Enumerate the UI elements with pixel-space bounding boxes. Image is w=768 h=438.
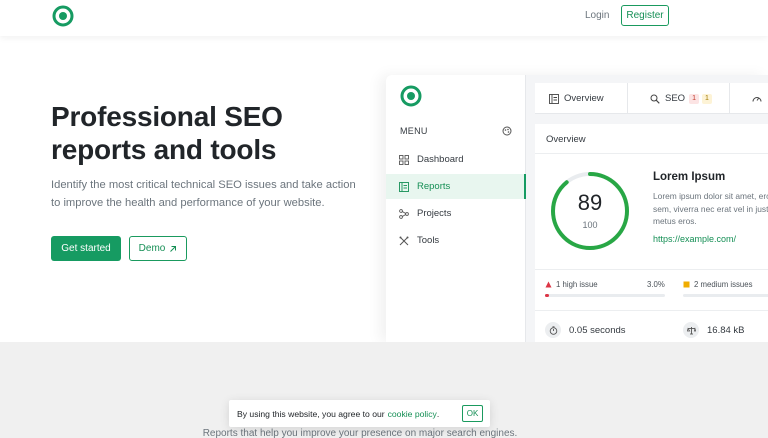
- page-size-metric: 16.84 kB: [683, 322, 745, 338]
- high-issue-percent: 3.0%: [647, 280, 665, 289]
- load-time-metric: 0.05 seconds: [545, 322, 626, 338]
- tools-icon: [399, 236, 409, 245]
- logo-icon[interactable]: [52, 5, 74, 27]
- tab-overview[interactable]: Overview: [535, 83, 628, 114]
- site-description: Lorem ipsum dolor sit amet, eros sem, vi…: [653, 191, 768, 226]
- score-value: 89: [577, 190, 603, 215]
- overview-icon: [549, 93, 559, 104]
- demo-button[interactable]: Demo: [129, 236, 187, 261]
- palette-icon[interactable]: [502, 126, 512, 136]
- medium-square-icon: [683, 281, 690, 288]
- medium-issue-bar: [683, 294, 768, 297]
- tab-seo[interactable]: SEO 1 1: [628, 83, 730, 114]
- logo-icon: [400, 85, 422, 107]
- medium-issue-item: 2 medium issues: [683, 280, 753, 289]
- divider: [535, 153, 768, 154]
- cookie-policy-link[interactable]: cookie policy: [388, 409, 437, 419]
- app-preview: MENU Dashboard Reports Projects Tools Ov…: [386, 75, 768, 342]
- login-link[interactable]: Login: [585, 10, 609, 21]
- register-button[interactable]: Register: [621, 5, 669, 26]
- hero-title: Professional SEO reports and tools: [51, 100, 381, 166]
- preview-sidebar: MENU Dashboard Reports Projects Tools: [386, 75, 526, 342]
- tab-speed[interactable]: [730, 83, 768, 114]
- sidebar-item-label: Tools: [417, 235, 440, 246]
- preview-tabs: Overview SEO 1 1: [535, 83, 768, 114]
- site-url-link[interactable]: https://example.com/: [653, 234, 736, 244]
- tab-label: SEO: [665, 93, 686, 104]
- hero-subtitle: Identify the most critical technical SEO…: [51, 179, 356, 209]
- high-issue-bar-fill: [545, 294, 549, 297]
- warning-triangle-icon: [545, 281, 552, 288]
- page-size-value: 16.84 kB: [707, 324, 745, 336]
- sidebar-item-label: Reports: [417, 181, 451, 192]
- sidebar-item-tools[interactable]: Tools: [386, 228, 526, 253]
- external-arrow-icon: [170, 245, 177, 252]
- speed-icon: [752, 96, 762, 102]
- cookie-ok-button[interactable]: OK: [462, 405, 483, 422]
- features-tagline: Reports that help you improve your prese…: [202, 428, 518, 438]
- sidebar-item-reports[interactable]: Reports: [386, 174, 526, 199]
- load-time-value: 0.05 seconds: [569, 324, 626, 336]
- sidebar-item-label: Dashboard: [417, 154, 464, 165]
- menu-label: MENU: [400, 126, 428, 136]
- hero-title-line-1: Professional SEO: [51, 101, 283, 132]
- site-header: Login Register: [0, 0, 768, 36]
- sidebar-item-label: Projects: [417, 208, 452, 219]
- divider: [535, 310, 768, 311]
- demo-button-label: Demo: [138, 243, 166, 254]
- cookie-text: By using this website, you agree to our: [237, 408, 385, 419]
- search-icon: [650, 94, 660, 104]
- overview-title: Overview: [546, 134, 586, 145]
- sidebar-item-projects[interactable]: Projects: [386, 201, 526, 226]
- timer-icon: [545, 322, 561, 338]
- tab-label: Overview: [564, 93, 604, 104]
- hero-section: Professional SEO reports and tools Ident…: [0, 36, 768, 342]
- projects-icon: [399, 208, 409, 219]
- divider: [535, 269, 768, 270]
- high-issue-badge: 1: [689, 93, 699, 104]
- hero-title-line-2: reports and tools: [51, 134, 277, 165]
- scale-icon: [683, 322, 699, 338]
- site-title: Lorem Ipsum: [653, 171, 726, 183]
- get-started-button[interactable]: Get started: [51, 236, 121, 261]
- medium-issue-label: 2 medium issues: [694, 280, 753, 289]
- cookie-text-suffix: .: [436, 408, 440, 419]
- score-max: 100: [582, 220, 598, 230]
- overview-card: Overview 89 100 Lorem Ipsum Lorem ipsum …: [535, 124, 768, 342]
- sidebar-item-dashboard[interactable]: Dashboard: [386, 147, 526, 172]
- high-issue-label: 1 high issue: [556, 280, 598, 289]
- high-issue-bar: [545, 294, 665, 297]
- medium-issue-badge: 1: [701, 93, 712, 104]
- grid-icon: [399, 154, 409, 165]
- report-icon: [399, 181, 409, 192]
- cookie-banner: By using this website, you agree to our …: [229, 400, 490, 427]
- high-issue-item: 1 high issue: [545, 280, 598, 289]
